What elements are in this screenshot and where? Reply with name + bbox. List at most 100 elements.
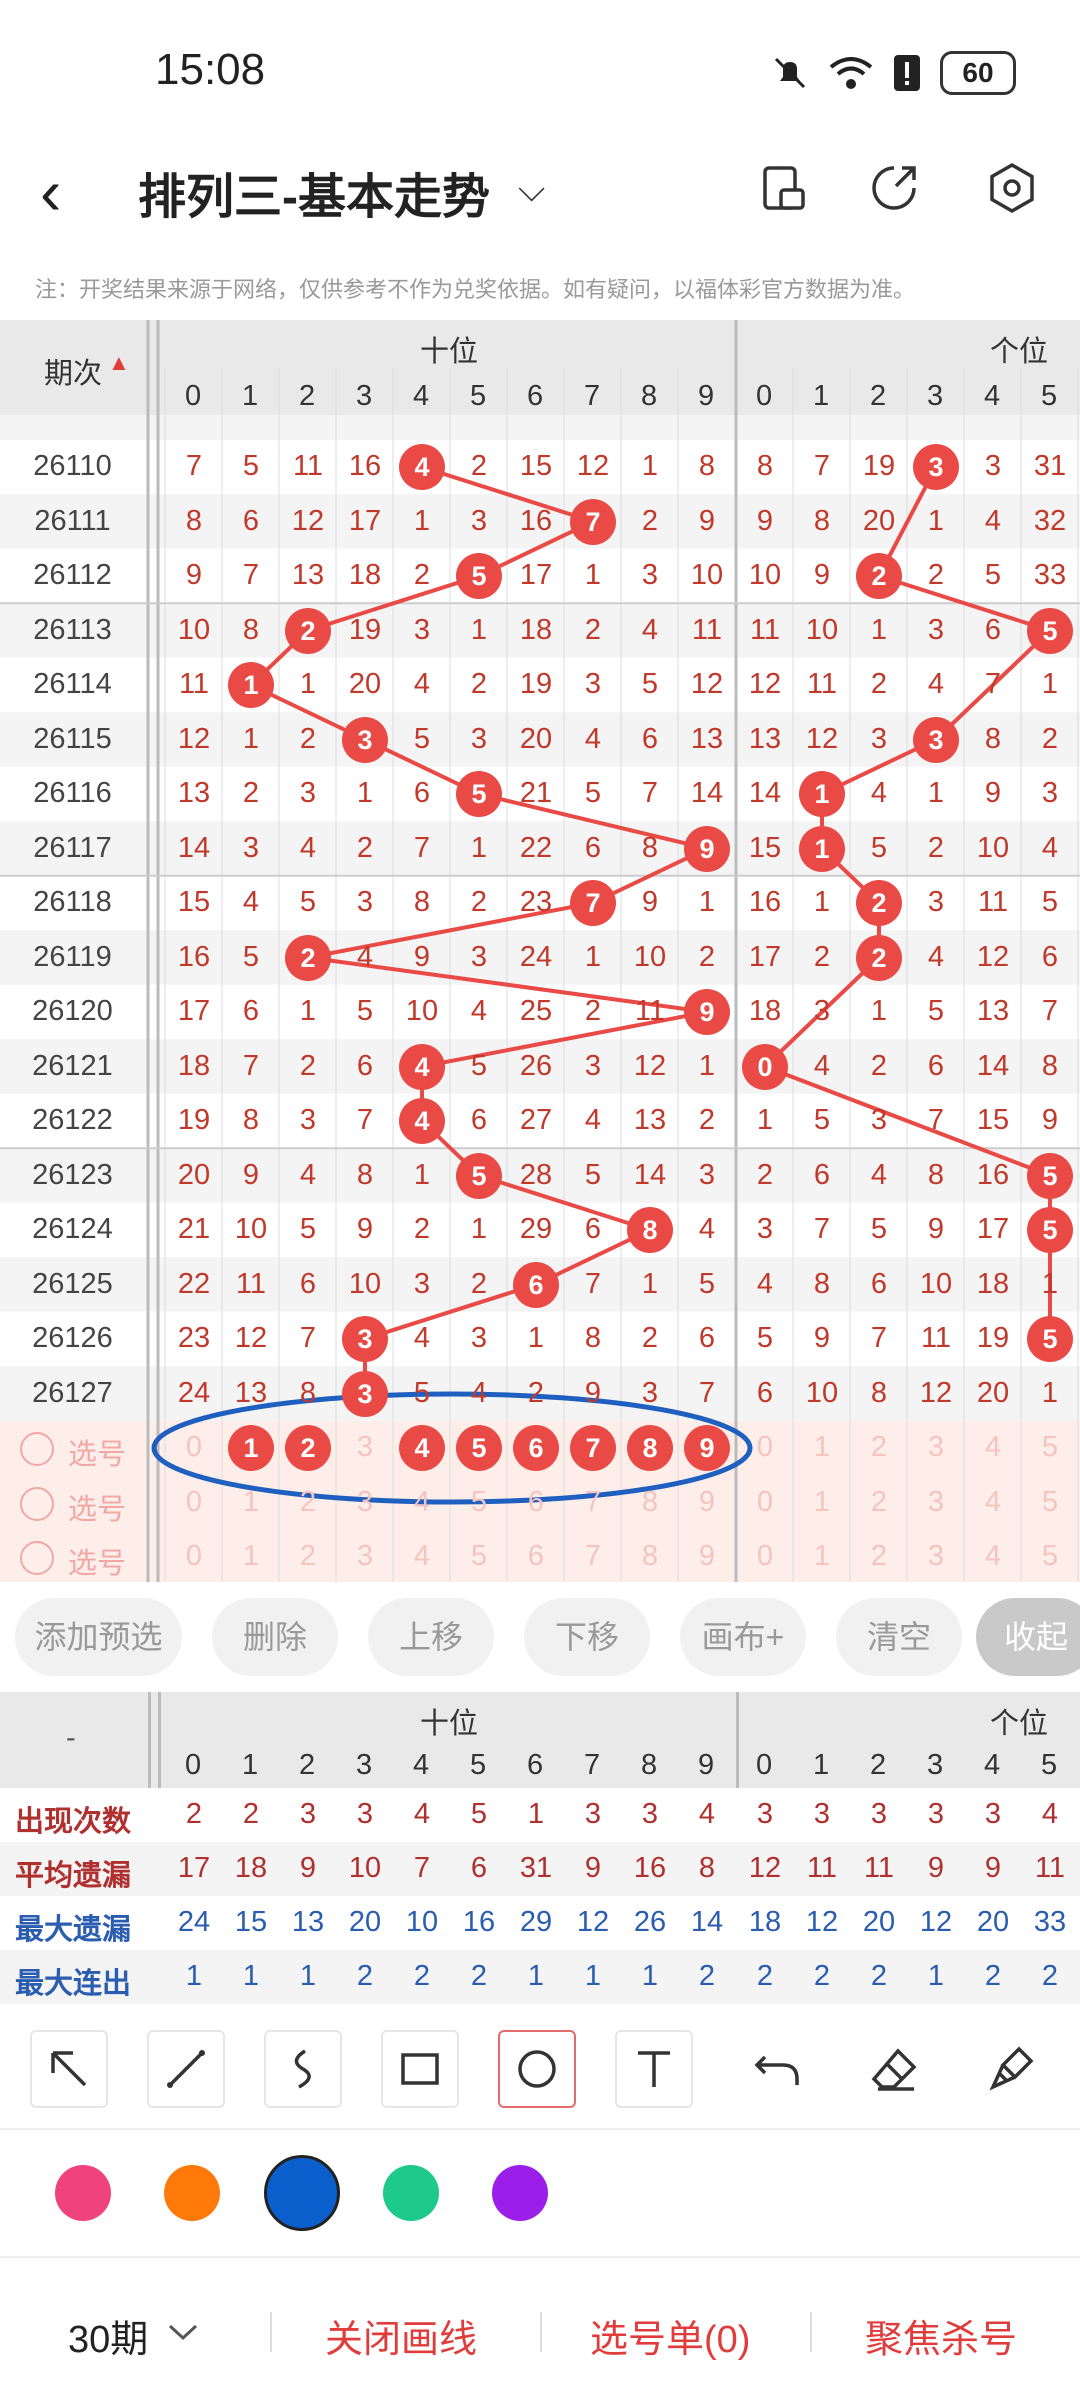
settings-icon[interactable] [984, 160, 1040, 216]
color-swatch[interactable] [55, 2165, 111, 2221]
stats-value: 1 [242, 1960, 260, 1992]
select-digit[interactable]: 1 [794, 1540, 850, 1573]
tens-miss-cell: 1 [470, 1213, 488, 1245]
select-digit[interactable]: 3 [908, 1540, 964, 1573]
selected-tens-ball[interactable]: 7 [570, 1425, 616, 1471]
line-tool[interactable] [147, 2030, 225, 2108]
sort-icon[interactable]: ▲ [108, 350, 130, 376]
select-digit[interactable]: 1 [794, 1486, 850, 1519]
select-digit[interactable]: 2 [851, 1431, 907, 1464]
select-digit[interactable]: 4 [965, 1540, 1021, 1573]
select-digit[interactable]: 7 [565, 1486, 621, 1519]
divider [540, 2312, 542, 2352]
curve-tool[interactable] [264, 2030, 342, 2108]
period-header[interactable]: 期次 [44, 350, 102, 392]
color-swatch[interactable] [492, 2165, 548, 2221]
circle-tool[interactable] [498, 2030, 576, 2108]
undo-tool[interactable] [738, 2030, 816, 2108]
action-button[interactable]: 收起 [976, 1598, 1080, 1676]
select-digit[interactable]: 0 [166, 1431, 222, 1464]
select-digit[interactable]: 8 [622, 1540, 678, 1573]
select-digit[interactable]: 3 [337, 1431, 393, 1464]
trend-table[interactable]: 期次 ▲ 十位 个位 0 1 2 3 4 5 6 7 8 9 0 1 2 3 4 5 26110 7 5 11 16 4 2 15 12… [0, 320, 1080, 1582]
stats-value: 12 [576, 1906, 610, 1938]
select-digit[interactable]: 0 [737, 1540, 793, 1573]
select-label[interactable]: 选号 [62, 1540, 132, 1582]
select-digit[interactable]: 6 [508, 1540, 564, 1573]
back-button[interactable]: ‹ [40, 155, 61, 229]
share-icon[interactable] [866, 160, 922, 216]
select-digit[interactable]: 0 [737, 1486, 793, 1519]
stats-value: 5 [470, 1798, 488, 1830]
tens-miss-cell: 19 [348, 613, 382, 646]
selected-tens-ball[interactable]: 6 [513, 1425, 559, 1471]
select-digit[interactable]: 3 [908, 1431, 964, 1464]
action-button[interactable]: 删除 [212, 1598, 338, 1676]
tens-miss-cell: 18 [177, 1049, 211, 1082]
select-digit[interactable]: 6 [508, 1486, 564, 1519]
selection-list-button[interactable]: 选号单(0) [590, 2308, 750, 2363]
selected-tens-ball[interactable]: 5 [456, 1425, 502, 1471]
select-digit[interactable]: 9 [679, 1486, 735, 1519]
selected-tens-ball[interactable]: 9 [684, 1425, 730, 1471]
action-button[interactable]: 上移 [368, 1598, 494, 1676]
tens-miss-cell: 7 [242, 1049, 260, 1082]
select-digit[interactable]: 0 [166, 1486, 222, 1519]
select-digit[interactable]: 0 [166, 1540, 222, 1573]
select-radio[interactable] [20, 1541, 54, 1575]
select-digit[interactable]: 4 [965, 1486, 1021, 1519]
select-digit[interactable]: 4 [394, 1540, 450, 1573]
focus-kill-button[interactable]: 聚焦杀号 [865, 2308, 1017, 2363]
select-digit[interactable]: 1 [794, 1431, 850, 1464]
select-label[interactable]: 选号 [62, 1486, 132, 1528]
text-tool[interactable] [615, 2030, 693, 2108]
selected-tens-ball[interactable]: 1 [228, 1425, 274, 1471]
close-lines-button[interactable]: 关闭画线 [325, 2308, 477, 2363]
select-digit[interactable]: 3 [337, 1540, 393, 1573]
select-digit[interactable]: 3 [908, 1486, 964, 1519]
select-digit[interactable]: 5 [1022, 1431, 1078, 1464]
select-digit[interactable]: 2 [851, 1540, 907, 1573]
select-digit[interactable]: 5 [1022, 1540, 1078, 1573]
period-cell: 26115 [33, 722, 112, 755]
select-radio[interactable] [20, 1486, 54, 1521]
eraser-tool[interactable] [855, 2030, 933, 2108]
selected-tens-ball[interactable]: 4 [399, 1425, 445, 1471]
color-swatch[interactable] [164, 2165, 220, 2221]
page-title[interactable]: 排列三-基本走势 [138, 157, 490, 227]
select-digit[interactable]: 2 [851, 1486, 907, 1519]
select-digit[interactable]: 2 [280, 1540, 336, 1573]
color-swatch[interactable] [264, 2155, 340, 2231]
period-selector[interactable]: 30期 [68, 2308, 148, 2363]
action-button[interactable]: 清空 [836, 1598, 962, 1676]
tens-miss-cell: 8 [641, 831, 659, 864]
select-digit[interactable]: 5 [1022, 1486, 1078, 1519]
select-digit[interactable]: 8 [622, 1486, 678, 1519]
select-digit[interactable]: 5 [451, 1540, 507, 1573]
select-digit[interactable]: 9 [679, 1540, 735, 1573]
clear-brush-tool[interactable] [972, 2030, 1050, 2108]
select-radio[interactable] [20, 1432, 54, 1466]
select-digit[interactable]: 0 [737, 1431, 793, 1464]
color-swatch[interactable] [383, 2165, 439, 2221]
units-digit-header: 2 [870, 380, 887, 412]
action-button[interactable]: 画布+ [680, 1598, 806, 1676]
select-digit[interactable]: 4 [394, 1486, 450, 1519]
action-button[interactable]: 下移 [524, 1598, 650, 1676]
select-digit[interactable]: 2 [280, 1486, 336, 1519]
selected-tens-ball[interactable]: 2 [285, 1425, 331, 1471]
select-digit[interactable]: 7 [565, 1540, 621, 1573]
action-button[interactable]: 添加预选 [15, 1598, 182, 1676]
arrow-tool[interactable] [30, 2030, 108, 2108]
select-digit[interactable]: 5 [451, 1486, 507, 1519]
rectangle-tool[interactable] [381, 2030, 459, 2108]
select-digit[interactable]: 4 [965, 1431, 1021, 1464]
selected-tens-ball[interactable]: 8 [627, 1425, 673, 1471]
select-label[interactable]: 选号 [62, 1431, 132, 1473]
rotate-screen-icon[interactable] [755, 160, 811, 216]
select-digit[interactable]: 3 [337, 1486, 393, 1519]
select-digit[interactable]: 1 [223, 1486, 279, 1519]
chevron-down-icon[interactable]: ⌵ [518, 168, 545, 211]
select-digit[interactable]: 1 [223, 1540, 279, 1573]
chevron-down-icon[interactable] [166, 2320, 200, 2344]
